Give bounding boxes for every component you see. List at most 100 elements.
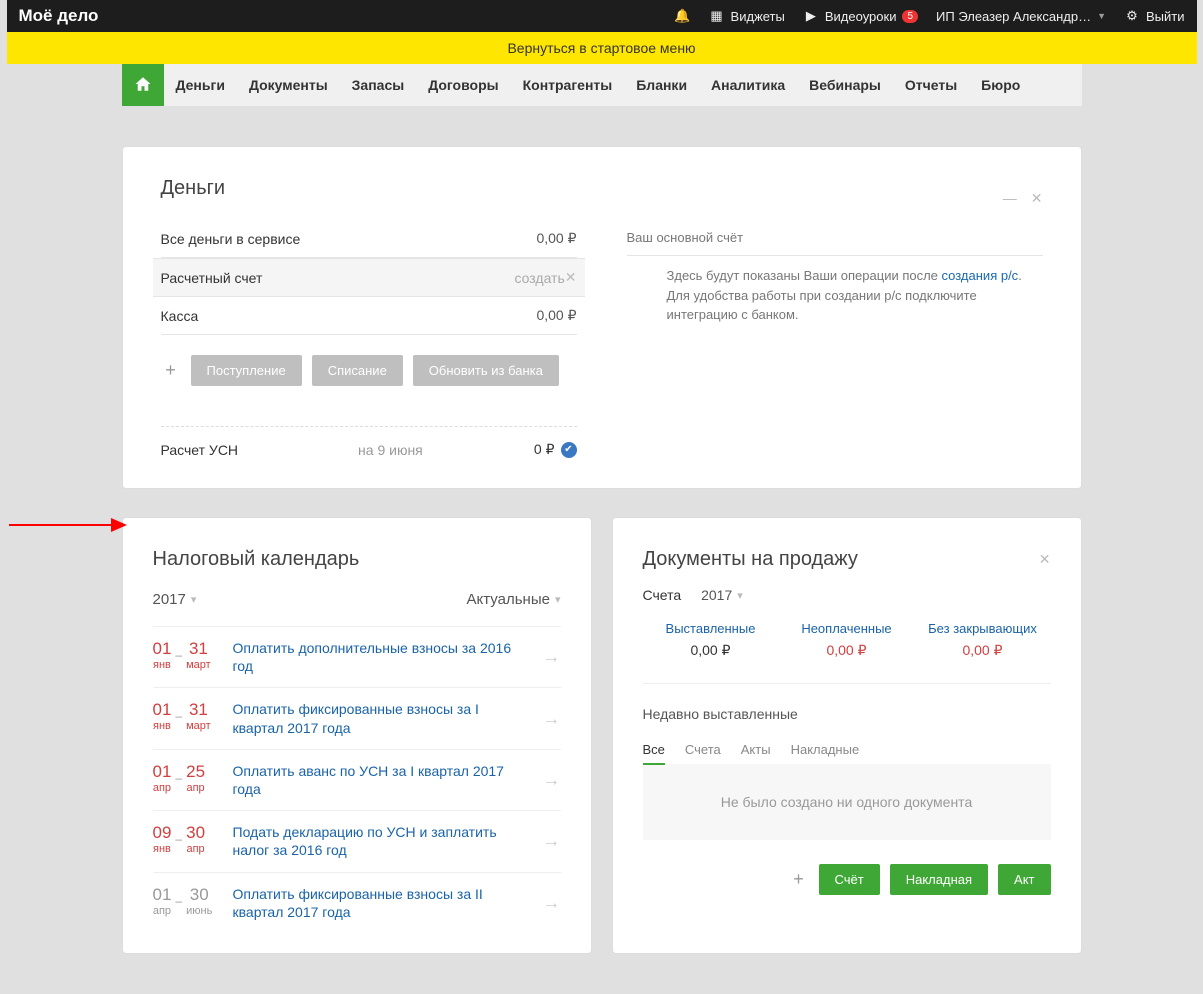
docs-stat: Без закрывающих 0,00 ₽ <box>915 621 1051 659</box>
nav-item[interactable]: Деньги <box>164 64 237 106</box>
tax-calendar-widget: Налоговый календарь 2017▾ Актуальные▾ 01… <box>122 517 592 954</box>
money-row-rs: Расчетный счет создать ✕ <box>153 258 585 297</box>
calendar-task-link[interactable]: Оплатить аванс по УСН за I квартал 2017 … <box>233 762 561 798</box>
add-doc-button[interactable]: + <box>789 869 809 890</box>
outcome-button[interactable]: Списание <box>312 355 403 386</box>
home-icon <box>134 75 152 96</box>
topbar-widgets[interactable]: ▦ Виджеты <box>709 8 785 24</box>
nav-item[interactable]: Запасы <box>340 64 417 106</box>
nav-item[interactable]: Бланки <box>624 64 699 106</box>
topbar-user[interactable]: ИП Элеазер Александр… ▼ <box>936 9 1106 24</box>
stat-label[interactable]: Выставленные <box>643 621 779 636</box>
main-account-title: Ваш основной счёт <box>627 220 1043 256</box>
calendar-year-select[interactable]: 2017▾ <box>153 591 197 608</box>
stat-label[interactable]: Неоплаченные <box>779 621 915 636</box>
stat-label[interactable]: Без закрывающих <box>915 621 1051 636</box>
chevron-down-icon: ▾ <box>555 593 561 606</box>
date-to: 30апр <box>186 823 205 855</box>
annotation-arrow-icon <box>7 510 127 540</box>
arrow-right-icon[interactable]: → <box>543 769 561 790</box>
calendar-title: Налоговый календарь <box>153 548 561 571</box>
stat-value: 0,00 ₽ <box>690 642 730 658</box>
calendar-task-link[interactable]: Подать декларацию по УСН и заплатить нал… <box>233 823 561 859</box>
create-rs-link[interactable]: создания р/с <box>942 268 1019 283</box>
tab-waybills[interactable]: Накладные <box>791 736 860 764</box>
add-button[interactable]: + <box>161 360 181 381</box>
close-icon[interactable]: ✕ <box>565 269 577 286</box>
docs-year-select[interactable]: 2017▾ <box>701 587 743 603</box>
waybill-button[interactable]: Накладная <box>890 864 988 895</box>
update-bank-button[interactable]: Обновить из банка <box>413 355 559 386</box>
widgets-icon: ▦ <box>709 8 725 24</box>
date-to: 30июнь <box>186 885 212 917</box>
close-icon[interactable]: ✕ <box>1039 551 1051 568</box>
close-icon[interactable]: ✕ <box>1031 190 1043 207</box>
chevron-down-icon: ▾ <box>191 593 197 606</box>
empty-state: Не было создано ни одного документа <box>643 764 1051 840</box>
date-from: 01апр <box>153 762 172 794</box>
tab-invoices[interactable]: Счета <box>685 736 721 764</box>
create-account-link[interactable]: создать <box>515 270 565 286</box>
money-widget: Деньги — ✕ Все деньги в сервисе 0,00 ₽ Р… <box>122 146 1082 489</box>
nav-item[interactable]: Отчеты <box>893 64 969 106</box>
stat-value: 0,00 ₽ <box>962 642 1002 658</box>
nav-item[interactable]: Бюро <box>969 64 1032 106</box>
docs-title: Документы на продажу <box>643 548 858 571</box>
usn-row[interactable]: Расчет УСН на 9 июня 0 ₽ ✔ <box>161 426 577 458</box>
invoice-button[interactable]: Счёт <box>819 864 880 895</box>
gear-icon: ⚙ <box>1124 8 1140 24</box>
tab-acts[interactable]: Акты <box>741 736 771 764</box>
topbar-videos[interactable]: ▶ Видеоуроки 5 <box>803 8 918 24</box>
arrow-right-icon[interactable]: → <box>543 647 561 668</box>
docs-stat: Выставленные 0,00 ₽ <box>643 621 779 659</box>
chevron-down-icon: ▼ <box>1097 11 1106 21</box>
tab-all[interactable]: Все <box>643 736 665 765</box>
calendar-task-link[interactable]: Оплатить дополнительные взносы за 2016 г… <box>233 639 561 675</box>
calendar-row[interactable]: 01янв–31мартОплатить дополнительные взно… <box>153 626 561 687</box>
play-icon: ▶ <box>803 8 819 24</box>
date-from: 09янв <box>153 823 172 855</box>
calendar-filter-select[interactable]: Актуальные▾ <box>467 591 561 608</box>
calendar-row[interactable]: 09янв–30апрПодать декларацию по УСН и за… <box>153 810 561 871</box>
return-banner[interactable]: Вернуться в стартовое меню <box>7 32 1197 64</box>
topbar-logout[interactable]: ⚙ Выйти <box>1124 8 1185 24</box>
date-to: 31март <box>186 639 211 671</box>
calendar-task-link[interactable]: Оплатить фиксированные взносы за I кварт… <box>233 700 561 736</box>
main-account-hint: Здесь будут показаны Ваши операции после… <box>627 266 1043 325</box>
stat-value: 0,00 ₽ <box>826 642 866 658</box>
calendar-row[interactable]: 01янв–31мартОплатить фиксированные взнос… <box>153 687 561 748</box>
money-row-all: Все деньги в сервисе 0,00 ₽ <box>161 220 577 258</box>
nav-item[interactable]: Документы <box>237 64 340 106</box>
arrow-right-icon[interactable]: → <box>543 831 561 852</box>
calendar-task-link[interactable]: Оплатить фиксированные взносы за II квар… <box>233 885 561 921</box>
nav-item[interactable]: Договоры <box>416 64 510 106</box>
date-to: 31март <box>186 700 211 732</box>
docs-tabs: Все Счета Акты Накладные <box>643 736 1051 765</box>
chevron-down-icon: ▾ <box>737 589 743 602</box>
docs-type-label: Счета <box>643 587 682 603</box>
income-button[interactable]: Поступление <box>191 355 302 386</box>
date-from: 01янв <box>153 700 172 732</box>
nav-item[interactable]: Аналитика <box>699 64 797 106</box>
date-from: 01апр <box>153 885 172 917</box>
sales-docs-widget: Документы на продажу ✕ Счета 2017▾ Выста… <box>612 517 1082 954</box>
bell-icon[interactable]: 🔔 <box>674 8 690 24</box>
minimize-icon[interactable]: — <box>1003 190 1017 207</box>
act-button[interactable]: Акт <box>998 864 1050 895</box>
logo[interactable]: Моё дело <box>19 6 99 26</box>
nav-home[interactable] <box>122 64 164 106</box>
date-to: 25апр <box>186 762 205 794</box>
calendar-row[interactable]: 01апр–25апрОплатить аванс по УСН за I кв… <box>153 749 561 810</box>
date-from: 01янв <box>153 639 172 671</box>
calendar-row[interactable]: 01апр–30июньОплатить фиксированные взнос… <box>153 872 561 933</box>
videos-count-badge: 5 <box>902 10 918 23</box>
main-nav: Деньги Документы Запасы Договоры Контраг… <box>122 64 1082 106</box>
topbar: Моё дело 🔔 ▦ Виджеты ▶ Видеоуроки 5 ИП Э… <box>7 0 1197 32</box>
money-title: Деньги <box>161 177 226 200</box>
nav-item[interactable]: Контрагенты <box>511 64 625 106</box>
nav-item[interactable]: Вебинары <box>797 64 893 106</box>
recent-title: Недавно выставленные <box>643 706 1051 722</box>
money-row-kassa: Касса 0,00 ₽ <box>161 297 577 335</box>
arrow-right-icon[interactable]: → <box>543 708 561 729</box>
arrow-right-icon[interactable]: → <box>543 892 561 913</box>
